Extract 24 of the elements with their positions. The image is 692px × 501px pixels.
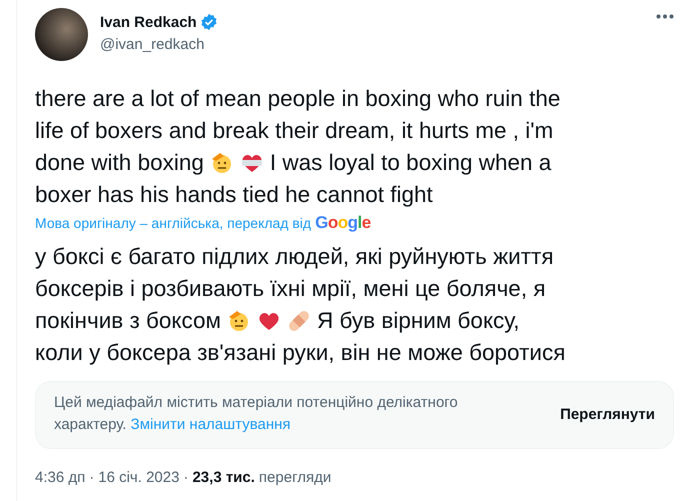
- tweet-text: боксерів і розбивають їхні мрії, мені це боляче, я: [35, 275, 546, 303]
- tweet-date[interactable]: 16 січ. 2023: [98, 469, 180, 486]
- views-count: 23,3 тис.: [192, 469, 255, 486]
- tweet-text: коли у боксера зв'язані руки, він не може боротися: [35, 339, 566, 367]
- more-options-icon[interactable]: [656, 14, 674, 19]
- tweet-time[interactable]: 4:36 дп: [35, 469, 86, 486]
- views-label: перегляди: [258, 469, 332, 486]
- separator-dot: ·: [89, 469, 94, 486]
- tweet-text: I was loyal to boxing when a: [270, 149, 552, 177]
- tweet-text: life of boxers and break their dream, it hurts me , i'm: [35, 117, 554, 145]
- google-logo[interactable]: Google: [315, 213, 371, 233]
- tweet-text: boxer has his hands tied he cannot fight: [35, 181, 433, 209]
- separator-dot: ·: [183, 469, 188, 486]
- author-name[interactable]: Ivan Redkach: [100, 14, 197, 30]
- saluting-face-icon: [210, 151, 234, 175]
- sensitive-warning-text: Цей медіафайл містить матеріали потенційно делікатного характеру. Змінити налаштування: [54, 393, 459, 435]
- tweet-text: Я був вірним боксу,: [317, 307, 520, 335]
- tweet-text: у боксі є багато підлих людей, які руйнують життя: [35, 243, 554, 271]
- translation-note: Мова оригіналу – англійська, переклад від: [35, 215, 312, 231]
- tweet-text: done with boxing: [35, 149, 204, 177]
- tweet-text: покінчив з боксом: [35, 307, 222, 335]
- view-button[interactable]: Переглянути: [560, 400, 655, 428]
- tweet-text: there are a lot of mean people in boxing who ruin the: [35, 85, 560, 113]
- author-handle[interactable]: @ivan_redkach: [100, 36, 644, 53]
